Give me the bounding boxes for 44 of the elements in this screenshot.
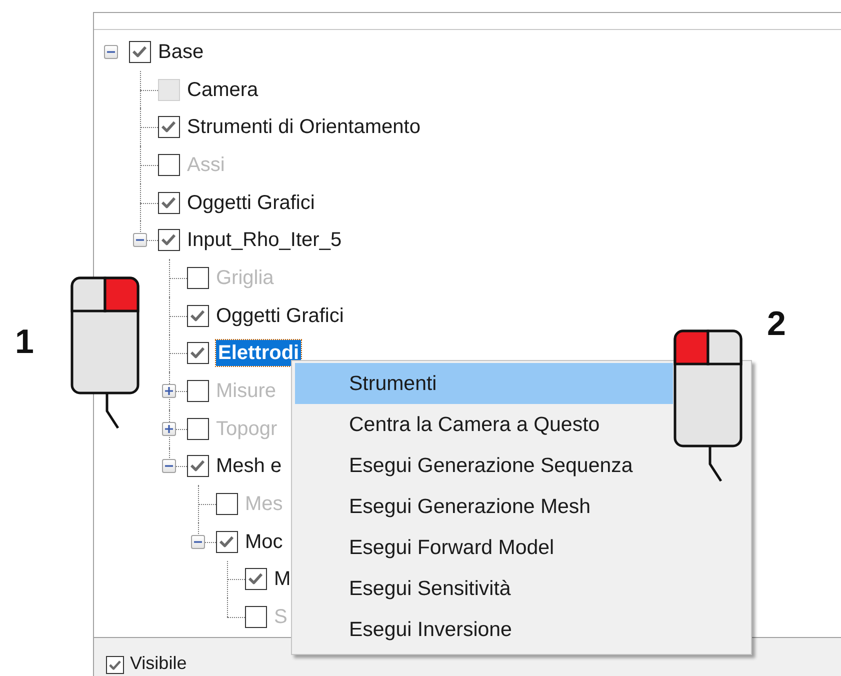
plus-icon	[163, 385, 175, 398]
checkbox[interactable]	[245, 568, 267, 590]
checkbox[interactable]	[106, 656, 124, 674]
checkbox-label: Visibile	[130, 653, 187, 674]
checkbox[interactable]	[187, 380, 209, 402]
tree-item[interactable]: Oggetti Grafici	[187, 190, 315, 216]
checkbox[interactable]	[216, 530, 238, 553]
menu-item[interactable]: Esegui Generazione Sequenza	[295, 445, 673, 486]
checkbox[interactable]	[245, 606, 267, 628]
checkbox[interactable]	[187, 304, 209, 327]
collapse-button[interactable]	[133, 233, 147, 248]
menu-item[interactable]: Strumenti	[295, 363, 673, 404]
collapse-button[interactable]	[191, 534, 205, 549]
checkbox[interactable]	[158, 192, 180, 214]
checkbox[interactable]	[129, 40, 151, 63]
tree-item[interactable]: Input_Rho_Iter_5	[187, 227, 342, 254]
checkbox[interactable]	[158, 116, 180, 138]
menu-item[interactable]: Esegui Sensitività	[295, 568, 673, 609]
menu-item[interactable]: Esegui Generazione Mesh	[295, 486, 673, 527]
collapse-button[interactable]	[162, 459, 176, 474]
step-number: 2	[767, 305, 786, 344]
expand-button[interactable]	[162, 422, 176, 436]
checkbox[interactable]	[187, 266, 209, 289]
menu-item[interactable]: Esegui Inversione	[295, 609, 673, 650]
tree-item[interactable]: Elettrodi	[216, 340, 302, 366]
collapse-button[interactable]	[104, 44, 118, 59]
tree-item[interactable]: M	[274, 566, 291, 592]
tree-item[interactable]: Strumenti di Orientamento	[187, 114, 420, 140]
checkbox[interactable]	[158, 154, 180, 176]
checkbox[interactable]	[187, 418, 209, 440]
menu-item[interactable]: Esegui Forward Model	[295, 527, 673, 568]
checkbox[interactable]	[187, 455, 209, 478]
tree-item[interactable]: Mesh e	[216, 453, 282, 480]
menu-item[interactable]: Centra la Camera a Questo	[295, 404, 673, 445]
checkbox[interactable]	[158, 229, 180, 252]
checkbox[interactable]	[216, 493, 238, 516]
checkbox[interactable]	[187, 342, 209, 364]
expand-button[interactable]	[162, 384, 176, 398]
tree-item[interactable]: Oggetti Grafici	[216, 302, 344, 329]
tree-item[interactable]: Camera	[187, 76, 258, 103]
step-number: 1	[15, 323, 34, 362]
tree-item[interactable]: Base	[158, 38, 204, 65]
tree-item[interactable]: Moc	[245, 528, 283, 555]
plus-icon	[163, 422, 175, 435]
